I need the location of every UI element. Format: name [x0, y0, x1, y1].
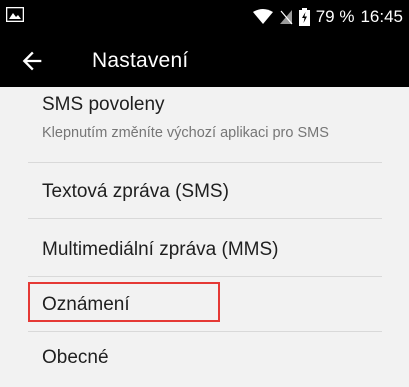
battery-percent: 79 %	[315, 7, 355, 26]
arrow-left-icon[interactable]	[18, 47, 46, 75]
image-notification-icon	[6, 7, 24, 22]
settings-item-general[interactable]: Obecné	[0, 332, 409, 387]
page-title: Nastavení	[92, 49, 189, 72]
status-icons: 79 % 16:45	[252, 0, 403, 34]
settings-item-mms[interactable]: Multimediální zpráva (MMS)	[0, 219, 409, 274]
highlight-box	[28, 282, 220, 322]
settings-item-title: Obecné	[42, 347, 109, 368]
settings-item-sms[interactable]: Textová zpráva (SMS)	[0, 163, 409, 218]
battery-charging-icon	[298, 8, 310, 26]
wifi-icon	[252, 9, 273, 24]
no-sim-icon	[279, 10, 293, 25]
clock: 16:45	[360, 7, 403, 26]
status-bar: 79 % 16:45	[0, 0, 409, 34]
settings-item-title: Textová zpráva (SMS)	[42, 181, 229, 202]
settings-item-title: SMS povoleny	[42, 94, 165, 115]
settings-item-title: Multimediální zpráva (MMS)	[42, 239, 279, 260]
settings-item-summary: Klepnutím změníte výchozí aplikaci pro S…	[42, 125, 329, 141]
settings-item-sms-enabled[interactable]: SMS povoleny Klepnutím změníte výchozí a…	[0, 87, 409, 167]
app-toolbar: Nastavení	[0, 34, 409, 87]
